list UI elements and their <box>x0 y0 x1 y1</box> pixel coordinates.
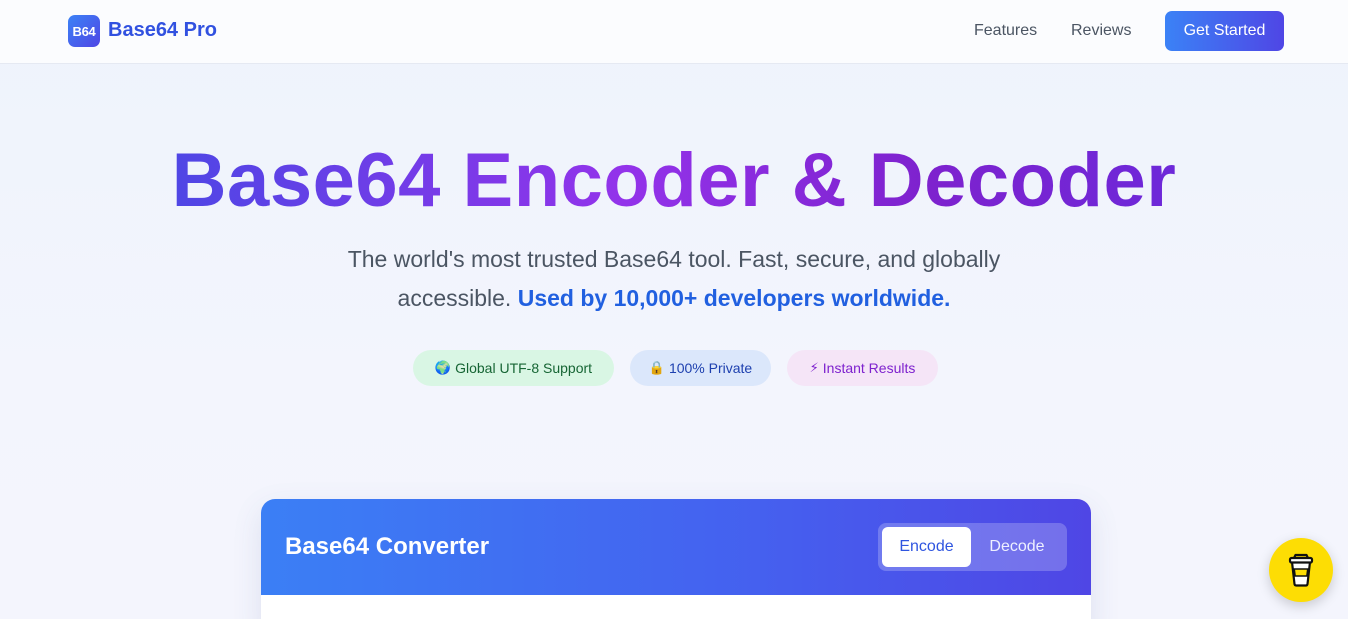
page: B64 Base64 Pro Features Reviews Get Star… <box>0 0 1348 619</box>
top-nav: B64 Base64 Pro Features Reviews Get Star… <box>0 0 1348 64</box>
coffee-cup-icon <box>1288 553 1314 587</box>
converter-header: Base64 Converter Encode Decode <box>261 499 1091 595</box>
nav-link-features[interactable]: Features <box>974 22 1037 40</box>
hero-subtitle: The world's most trusted Base64 tool. Fa… <box>294 240 1054 318</box>
feature-pill-instant: ⚡ Instant Results <box>787 350 938 386</box>
hero-title: Base64 Encoder & Decoder <box>0 138 1348 224</box>
decode-tab[interactable]: Decode <box>971 527 1063 567</box>
lock-icon: 🔒 <box>648 360 665 375</box>
buy-me-a-coffee-button[interactable] <box>1269 538 1333 602</box>
feature-pill-label: 100% Private <box>668 360 753 376</box>
nav-link-reviews[interactable]: Reviews <box>1071 22 1131 40</box>
feature-pill-label: Global UTF-8 Support <box>455 360 593 376</box>
feature-pill-private: 🔒 100% Private <box>630 350 771 386</box>
converter-card: Base64 Converter Encode Decode <box>261 499 1091 619</box>
mode-toggle: Encode Decode <box>878 523 1067 571</box>
hero-title-text: Base64 Encoder & Decoder <box>171 138 1177 223</box>
globe-icon: 🌍 <box>434 360 452 375</box>
feature-pill-utf8: 🌍 Global UTF-8 Support <box>413 350 614 386</box>
converter-title: Base64 Converter <box>285 533 490 560</box>
lightning-icon: ⚡ <box>809 360 819 375</box>
logo-badge[interactable]: B64 <box>68 15 100 47</box>
feature-pill-label: Instant Results <box>822 360 916 376</box>
brand-name[interactable]: Base64 Pro <box>108 19 217 42</box>
get-started-button[interactable]: Get Started <box>1165 11 1284 51</box>
encode-tab[interactable]: Encode <box>882 527 971 567</box>
hero-subtitle-highlight: Used by 10,000+ developers worldwide. <box>517 285 951 311</box>
